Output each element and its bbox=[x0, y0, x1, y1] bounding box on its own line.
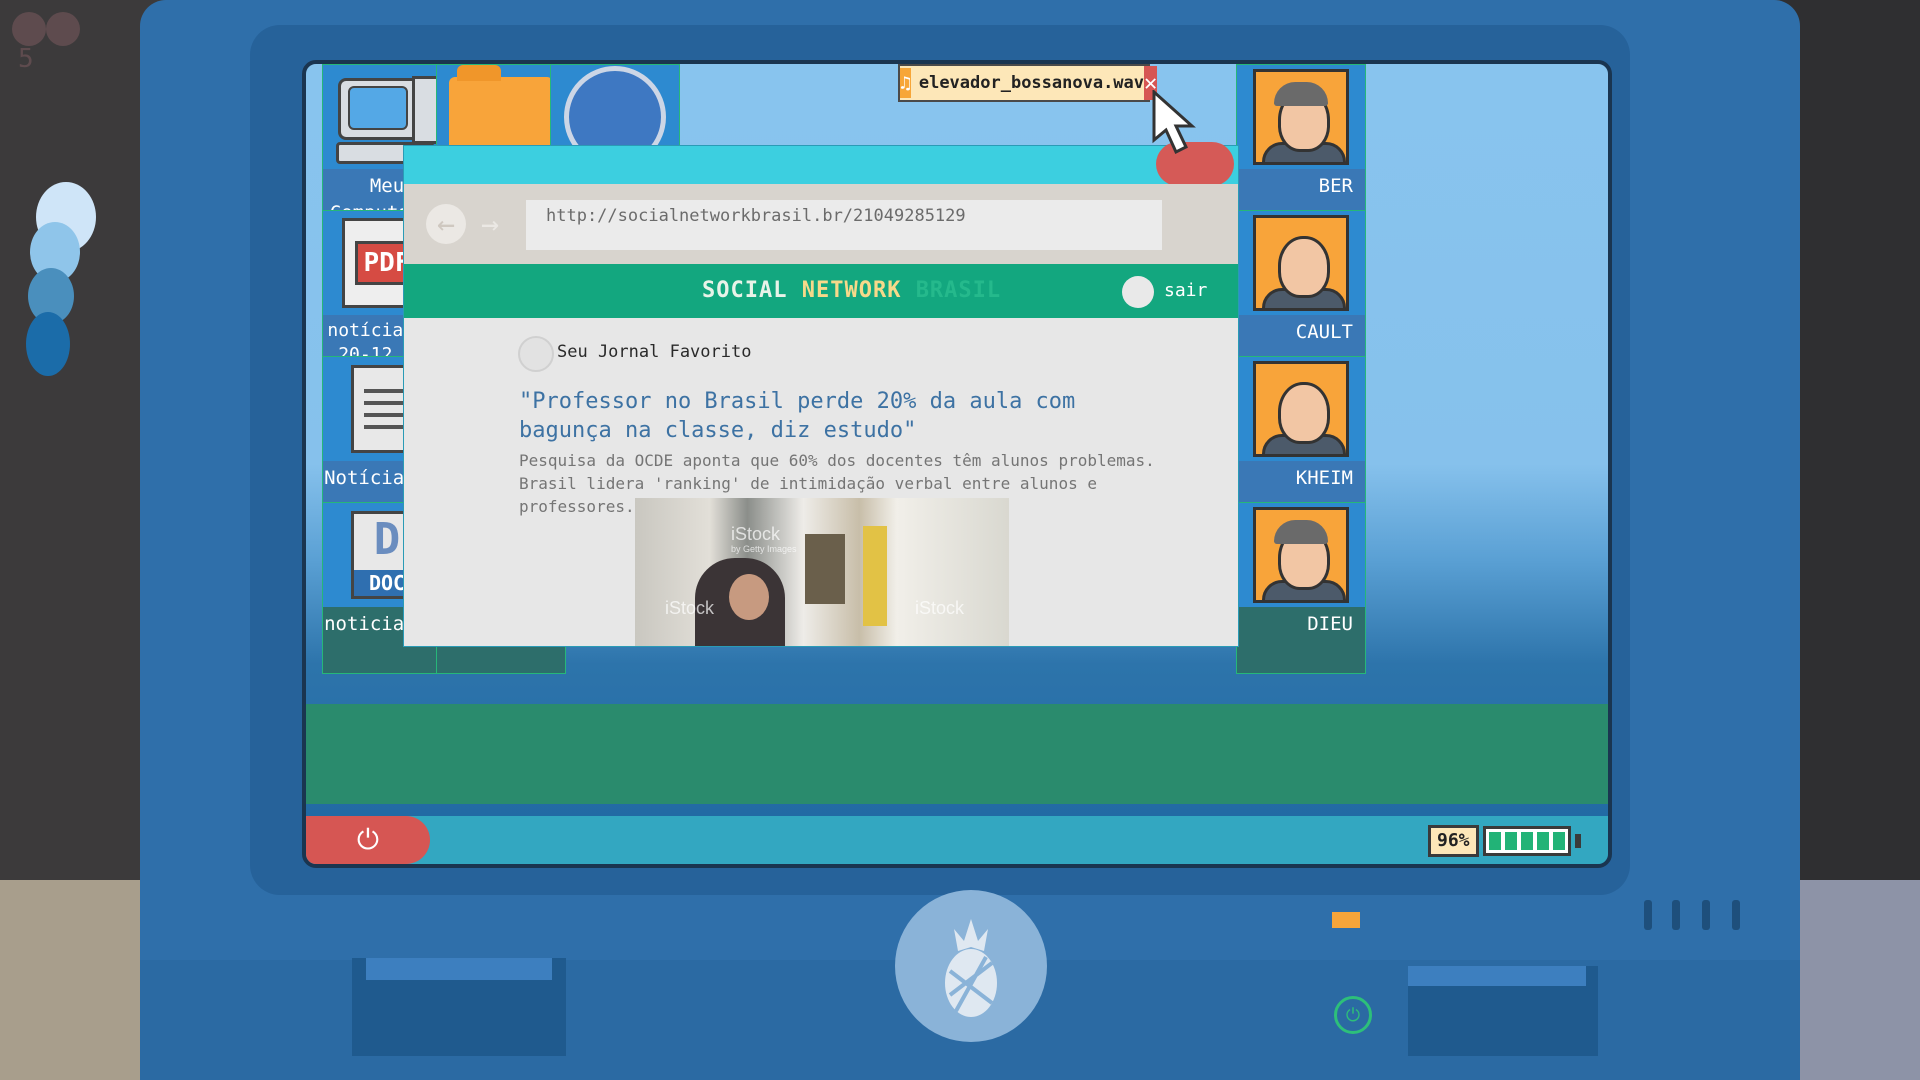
browser-navbar: ← → http://socialnetworkbrasil.br/210492… bbox=[404, 184, 1238, 264]
url-bar[interactable]: http://socialnetworkbrasil.br/2104928512… bbox=[526, 200, 1162, 250]
vent bbox=[1732, 900, 1740, 930]
room-indicator-dot bbox=[12, 12, 46, 46]
back-arrow-icon[interactable]: ← bbox=[426, 204, 466, 244]
vent bbox=[1702, 900, 1710, 930]
post-author[interactable]: Seu Jornal Favorito bbox=[557, 342, 751, 362]
vent bbox=[1672, 900, 1680, 930]
audio-filename: elevador_bossanova.wav bbox=[918, 73, 1145, 93]
browser-window: ← → http://socialnetworkbrasil.br/210492… bbox=[404, 142, 1238, 646]
paint-swatch bbox=[26, 312, 70, 376]
post-image[interactable]: iStock iStock iStock by Getty Images bbox=[635, 498, 1009, 646]
portrait-icon bbox=[1253, 361, 1349, 457]
portrait-icon bbox=[1253, 215, 1349, 311]
desktop-icon-thinker[interactable]: DIEU bbox=[1236, 502, 1366, 674]
desktop-wallpaper-hill bbox=[306, 704, 1608, 804]
mouse-cursor-icon bbox=[1152, 90, 1196, 155]
image-watermark: iStock bbox=[915, 598, 965, 618]
battery-percent: 96% bbox=[1428, 825, 1479, 857]
battery-icon bbox=[1482, 826, 1571, 856]
level-number: 5 bbox=[18, 44, 34, 74]
hardware-power-icon[interactable]: ⏻ bbox=[1334, 996, 1372, 1034]
image-watermark-sub: by Getty Images bbox=[731, 544, 797, 554]
user-avatar[interactable] bbox=[1122, 276, 1154, 308]
image-watermark: iStock bbox=[665, 598, 715, 618]
site-header: SOCIAL NETWORK BRASIL sair bbox=[404, 264, 1238, 318]
window-titlebar[interactable] bbox=[404, 146, 1238, 184]
image-watermark: iStock bbox=[731, 524, 781, 544]
status-led bbox=[1332, 912, 1360, 928]
pineapple-logo-icon bbox=[895, 890, 1047, 1042]
vent bbox=[1644, 900, 1652, 930]
site-logo[interactable]: SOCIAL NETWORK BRASIL bbox=[702, 278, 1001, 303]
folder-icon bbox=[449, 65, 553, 157]
post-headline[interactable]: "Professor no Brasil perde 20% da aula c… bbox=[519, 387, 1159, 445]
desktop-icon-label: DIEU bbox=[1237, 607, 1365, 673]
portrait-icon bbox=[1253, 507, 1349, 603]
audio-notification: ♫ elevador_bossanova.wav ✕ bbox=[898, 64, 1158, 102]
room-indicator-dot bbox=[46, 12, 80, 46]
power-icon: ⏻ bbox=[356, 823, 380, 856]
taskbar bbox=[306, 816, 1608, 864]
room-wall bbox=[1780, 0, 1920, 880]
author-avatar[interactable] bbox=[518, 336, 554, 372]
battery-indicator: 96% bbox=[1428, 825, 1581, 857]
forward-arrow-icon[interactable]: → bbox=[472, 204, 508, 244]
power-button[interactable]: ⏻ bbox=[306, 816, 430, 864]
logout-link[interactable]: sair bbox=[1164, 280, 1207, 301]
portrait-icon bbox=[1253, 69, 1349, 165]
music-note-icon: ♫ bbox=[900, 68, 911, 98]
desktop-screen: Meu Computador PDF notícia_15-20-12.pdf … bbox=[302, 60, 1612, 868]
